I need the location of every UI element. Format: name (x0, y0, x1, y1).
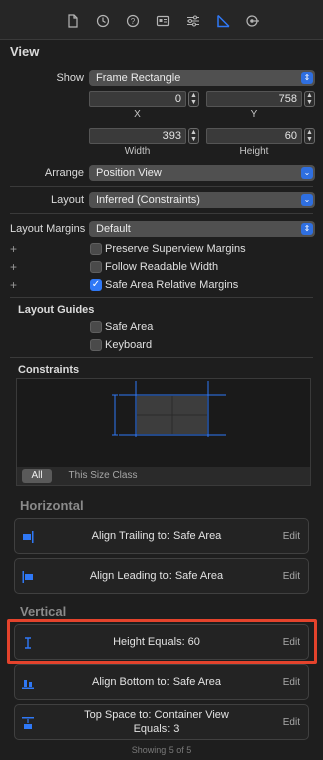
help-icon[interactable]: ? (126, 14, 140, 28)
safe-area-label: Safe Area (105, 321, 154, 333)
preserve-superview-margins-checkbox[interactable] (90, 243, 102, 255)
y-field[interactable]: 758 (206, 91, 302, 107)
x-field[interactable]: 0 (89, 91, 186, 107)
layout-value: Inferred (Constraints) (96, 194, 200, 206)
safe-area-relative-margins-label: Safe Area Relative Margins (105, 279, 239, 291)
arrange-label: Arrange (44, 167, 84, 179)
height-field[interactable]: 60 (206, 128, 302, 144)
connections-icon[interactable] (246, 14, 260, 28)
layout-guides-title: Layout Guides (18, 304, 95, 316)
y-stepper[interactable]: ▲ ▼ (304, 91, 315, 107)
constraint-text: Top Space to: Container View Equals: 3 (84, 709, 229, 735)
popup-arrows-icon: ⇕ (301, 223, 313, 235)
constraint-row[interactable]: Align Trailing to: Safe Area Edit (14, 518, 309, 554)
constraint-row[interactable]: Align Leading to: Safe Area Edit (14, 558, 309, 594)
plus-icon[interactable]: + (10, 278, 17, 292)
divider (10, 357, 313, 358)
width-field[interactable]: 393 (89, 128, 186, 144)
align-leading-icon (22, 571, 33, 583)
align-trailing-icon (23, 531, 34, 543)
preserve-superview-margins-label: Preserve Superview Margins (105, 243, 246, 255)
vertical-title: Vertical (20, 604, 67, 619)
constraints-filter-bar: All This Size Class (17, 467, 310, 485)
view-section-title: View (10, 44, 40, 59)
divider (10, 297, 313, 298)
identity-icon[interactable] (156, 14, 170, 28)
showing-count: Showing 5 of 5 (131, 745, 192, 755)
layout-margins-value: Default (96, 223, 131, 235)
height-label: Height (239, 146, 269, 157)
safe-area-checkbox[interactable] (90, 321, 102, 333)
layout-margins-popup[interactable]: Default ⇕ (89, 221, 315, 237)
size-inspector-icon[interactable] (216, 14, 230, 28)
constraint-row[interactable]: Align Bottom to: Safe Area Edit (14, 664, 309, 700)
edit-button[interactable]: Edit (283, 531, 300, 542)
keyboard-label: Keyboard (105, 339, 153, 351)
layout-label: Layout (50, 194, 84, 206)
file-inspector-icon[interactable] (66, 14, 80, 28)
height-stepper[interactable]: ▲ ▼ (304, 128, 315, 144)
safe-area-relative-margins-checkbox[interactable]: ✓ (90, 279, 102, 291)
chevron-down-icon: ⌄ (301, 167, 313, 179)
align-bottom-icon (22, 680, 34, 689)
x-label: X (134, 109, 141, 120)
show-label: Show (56, 72, 84, 84)
attributes-icon[interactable] (186, 14, 200, 28)
x-stepper[interactable]: ▲ ▼ (188, 91, 199, 107)
popup-arrows-icon: ⇕ (301, 72, 313, 84)
constraints-title: Constraints (18, 364, 80, 376)
edit-button[interactable]: Edit (283, 717, 300, 728)
svg-text:?: ? (131, 17, 136, 26)
arrange-value: Position View (96, 167, 162, 179)
filter-size-class-button[interactable]: This Size Class (63, 469, 143, 483)
layout-margins-label: Layout Margins (10, 223, 86, 235)
top-space-icon (22, 717, 34, 729)
divider (10, 186, 313, 187)
inspector-toolbar: ? (0, 0, 323, 40)
constraint-text: Align Leading to: Safe Area (89, 570, 224, 582)
plus-icon[interactable]: + (10, 242, 17, 256)
show-value: Frame Rectangle (96, 72, 181, 84)
layout-popup[interactable]: Inferred (Constraints) ⌄ (89, 192, 315, 208)
edit-button[interactable]: Edit (283, 677, 300, 688)
width-label: Width (124, 146, 151, 157)
divider (10, 213, 313, 214)
constraints-diagram-graphic (112, 381, 226, 437)
y-label: Y (250, 109, 258, 120)
follow-readable-width-checkbox[interactable] (90, 261, 102, 273)
width-stepper[interactable]: ▲ ▼ (188, 128, 199, 144)
show-popup[interactable]: Frame Rectangle ⇕ (89, 70, 315, 86)
horizontal-title: Horizontal (20, 498, 84, 513)
keyboard-checkbox[interactable] (90, 339, 102, 351)
history-icon[interactable] (96, 14, 110, 28)
arrange-popup[interactable]: Position View ⌄ (89, 165, 315, 181)
constraint-row[interactable]: Top Space to: Container View Equals: 3 E… (14, 704, 309, 740)
edit-button[interactable]: Edit (283, 571, 300, 582)
follow-readable-width-label: Follow Readable Width (105, 261, 219, 273)
filter-all-button[interactable]: All (22, 469, 52, 483)
chevron-down-icon: ⌄ (301, 194, 313, 206)
constraint-text: Align Trailing to: Safe Area (91, 530, 222, 542)
constraint-text: Align Bottom to: Safe Area (91, 676, 222, 688)
plus-icon[interactable]: + (10, 260, 17, 274)
highlight-frame (7, 619, 317, 664)
